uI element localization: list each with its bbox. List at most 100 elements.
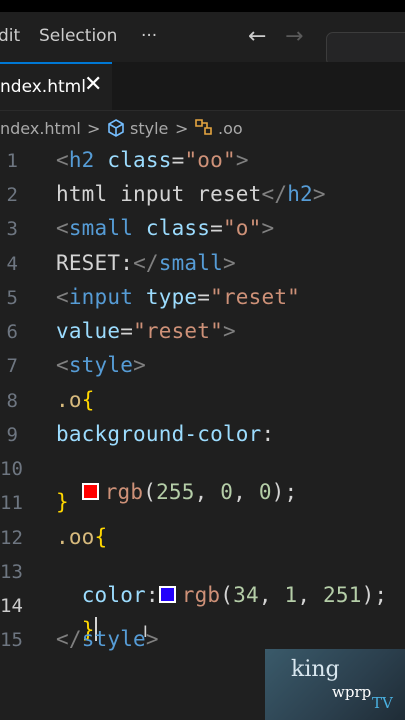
top-strip bbox=[0, 0, 405, 12]
more-menu-icon[interactable]: ··· bbox=[141, 26, 157, 46]
code-line-8[interactable]: .o{ bbox=[56, 388, 95, 412]
line-number: 11 bbox=[0, 492, 23, 514]
watermark-logo: king wprp TV bbox=[265, 649, 405, 720]
line-number: 1 bbox=[6, 150, 18, 172]
code-token: > bbox=[222, 251, 236, 275]
code-line-2[interactable]: html input reset</h2> bbox=[56, 182, 326, 206]
code-token: = bbox=[210, 216, 223, 240]
menu-selection[interactable]: Selection bbox=[39, 26, 117, 46]
code-line-7[interactable]: <style> bbox=[56, 353, 146, 377]
code-token: input bbox=[68, 285, 134, 309]
code-token: 1 bbox=[284, 583, 298, 607]
breadcrumb-selector[interactable]: .oo bbox=[218, 119, 243, 138]
code-line-5[interactable]: <input type="reset" bbox=[56, 285, 300, 309]
code-token: ( bbox=[220, 583, 234, 607]
code-line-4[interactable]: RESET:</small> bbox=[56, 251, 236, 275]
code-line-13[interactable]: color: rgb(34, 1, 251); bbox=[56, 559, 387, 607]
code-token: = bbox=[197, 285, 211, 309]
mouse-ibeam-cursor: I bbox=[143, 622, 148, 641]
line-number: 6 bbox=[6, 321, 18, 343]
code-token: < bbox=[56, 353, 69, 377]
code-token: { bbox=[94, 525, 108, 549]
code-token: 251 bbox=[323, 583, 362, 607]
code-token: "reset" bbox=[133, 319, 223, 343]
tab-index-html[interactable]: ndex.html ✕ bbox=[0, 62, 112, 110]
code-token: .oo bbox=[56, 525, 95, 549]
code-token: } bbox=[56, 490, 69, 514]
line-number: 15 bbox=[0, 629, 23, 651]
menu-edit[interactable]: dit bbox=[0, 26, 20, 46]
code-token: ); bbox=[361, 583, 388, 607]
code-token: </ bbox=[133, 251, 159, 275]
line-number: 5 bbox=[6, 287, 18, 309]
code-token: , bbox=[194, 480, 221, 504]
code-line-6[interactable]: value="reset"> bbox=[56, 319, 236, 343]
color-swatch-red[interactable] bbox=[81, 483, 99, 500]
code-line-10[interactable]: rgb(255, 0, 0); bbox=[56, 456, 297, 504]
line-number: 2 bbox=[6, 184, 18, 206]
code-token: "o" bbox=[222, 216, 262, 240]
code-token: ( bbox=[143, 480, 157, 504]
watermark-text: TV bbox=[372, 694, 393, 712]
code-token: , bbox=[258, 583, 285, 607]
code-token: rgb bbox=[181, 583, 221, 607]
code-token: </ bbox=[261, 182, 288, 206]
code-token: 0 bbox=[258, 480, 272, 504]
line-number-active: 14 bbox=[0, 595, 23, 617]
breadcrumb-style[interactable]: style bbox=[130, 119, 168, 138]
code-token: class bbox=[107, 148, 172, 172]
code-token: > bbox=[235, 148, 249, 172]
code-token: , bbox=[297, 583, 324, 607]
close-icon[interactable]: ✕ bbox=[84, 72, 102, 97]
watermark-text: king bbox=[291, 657, 340, 682]
breadcrumb-file[interactable]: ndex.html bbox=[0, 119, 81, 138]
code-token: : bbox=[145, 583, 159, 607]
code-token: "oo" bbox=[184, 148, 236, 172]
code-line-3[interactable]: <small class="o"> bbox=[56, 216, 274, 240]
color-swatch-blue[interactable] bbox=[158, 586, 176, 603]
code-token: </ bbox=[56, 627, 82, 651]
code-token: rgb bbox=[104, 480, 144, 504]
code-token: > bbox=[261, 216, 275, 240]
code-token: background-color bbox=[56, 422, 262, 446]
code-token: = bbox=[171, 148, 185, 172]
watermark-text: wprp bbox=[332, 683, 372, 701]
code-line-9[interactable]: background-color: bbox=[56, 422, 274, 446]
code-token: html input reset bbox=[56, 182, 262, 206]
code-line-11[interactable]: } bbox=[56, 490, 69, 514]
code-token: 34 bbox=[233, 583, 259, 607]
line-number: 3 bbox=[6, 218, 18, 240]
code-token: = bbox=[120, 319, 134, 343]
code-line-1[interactable]: <h2 class="oo"> bbox=[56, 148, 249, 172]
line-number: 8 bbox=[6, 390, 18, 412]
code-token: > bbox=[133, 353, 146, 377]
tab-bar: ndex.html ✕ bbox=[0, 62, 405, 111]
back-arrow-icon[interactable]: ← bbox=[248, 24, 266, 50]
code-token: < bbox=[56, 285, 69, 309]
forward-arrow-icon[interactable]: → bbox=[285, 24, 303, 50]
code-token: < bbox=[56, 148, 69, 172]
code-token: ); bbox=[271, 480, 298, 504]
code-token: value bbox=[56, 319, 121, 343]
breadcrumb-separator: > bbox=[175, 119, 189, 138]
code-token: small bbox=[68, 216, 134, 240]
code-token: < bbox=[56, 216, 69, 240]
line-number: 10 bbox=[0, 458, 23, 480]
line-number: 7 bbox=[6, 355, 18, 377]
code-line-12[interactable]: .oo{ bbox=[56, 525, 107, 549]
line-number: 4 bbox=[6, 253, 18, 275]
code-token: class bbox=[145, 216, 211, 240]
code-token: style bbox=[68, 353, 134, 377]
code-token: : bbox=[261, 422, 275, 446]
code-token: , bbox=[233, 480, 259, 504]
code-token: > bbox=[312, 182, 326, 206]
menu-bar: dit Selection ··· ← → bbox=[0, 12, 405, 66]
code-token: h2 bbox=[68, 148, 95, 172]
code-token: "reset" bbox=[210, 285, 301, 309]
code-token: 0 bbox=[220, 480, 234, 504]
command-center-search[interactable] bbox=[326, 32, 405, 66]
line-number: 13 bbox=[0, 561, 23, 583]
breadcrumb: ndex.html > style > .oo bbox=[0, 116, 405, 142]
